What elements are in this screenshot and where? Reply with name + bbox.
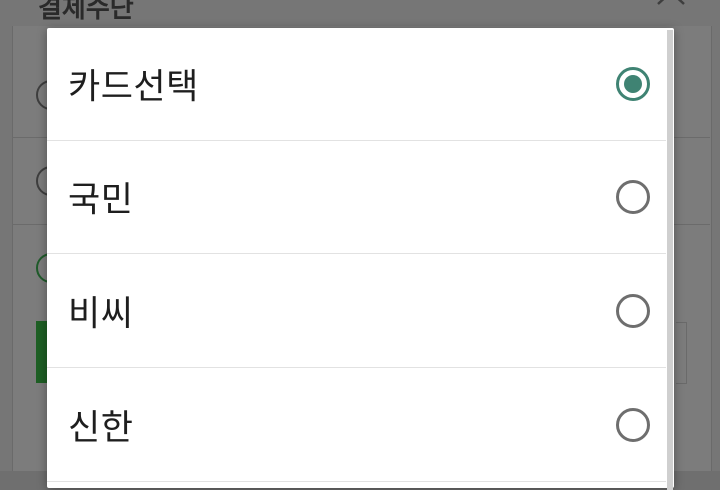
option-label: 카드선택 [68,67,199,108]
option-label: 국민 [68,180,134,221]
background-page-title: 결제수단 [38,0,134,24]
option-label: 신한 [68,408,134,449]
radio-button[interactable] [616,180,650,214]
radio-dot-icon [624,75,642,93]
option-label: 비씨 [68,294,134,335]
radio-button[interactable] [616,408,650,442]
option-row-bc[interactable]: 비씨 [47,255,666,368]
option-row-card-select[interactable]: 카드선택 [47,28,666,141]
card-select-dialog: 카드선택 국민 비씨 신한 [47,28,674,490]
scrollbar[interactable] [667,30,673,490]
radio-button[interactable] [616,294,650,328]
option-row-shinhan[interactable]: 신한 [47,369,666,482]
background-box [676,322,687,384]
option-row-kookmin[interactable]: 국민 [47,141,666,254]
radio-button-selected[interactable] [616,67,650,101]
close-icon [656,0,686,16]
